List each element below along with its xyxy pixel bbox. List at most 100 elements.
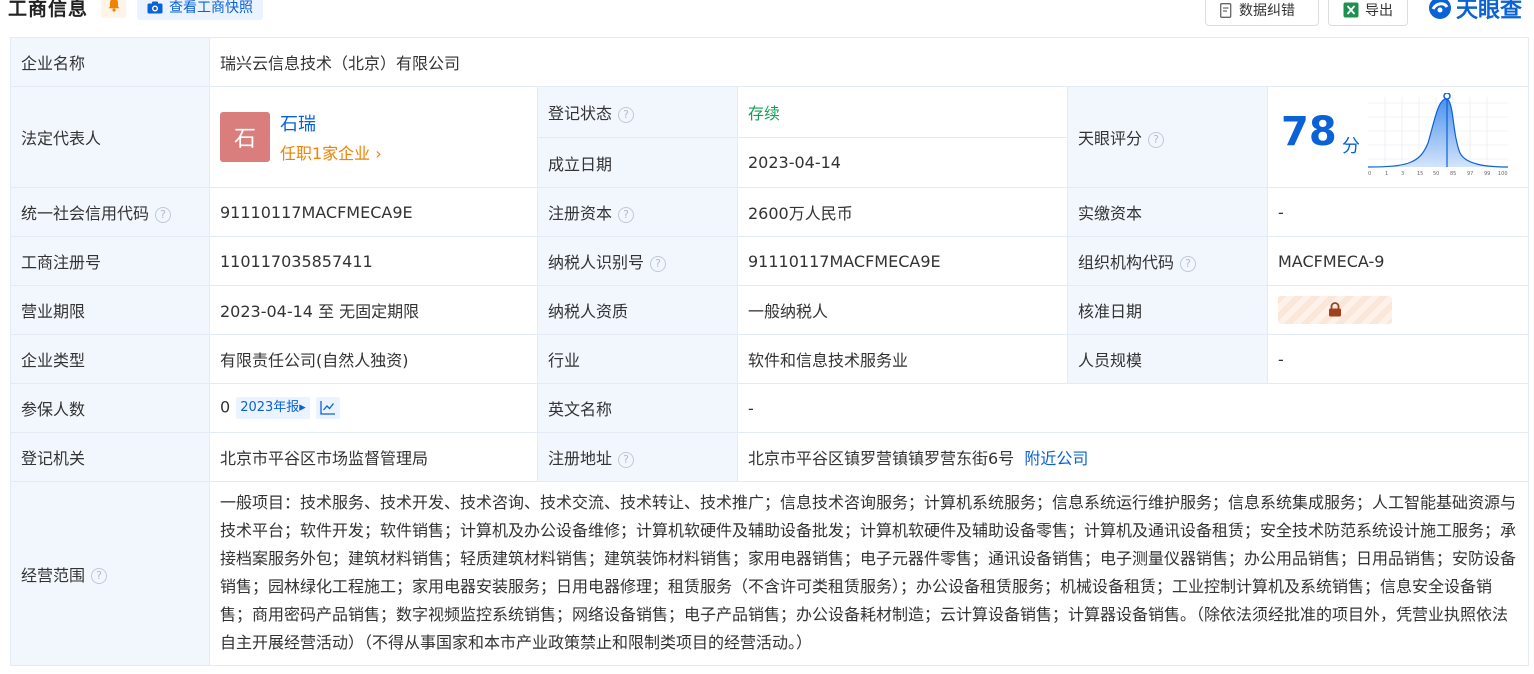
company-type-value: 有限责任公司(自然人独资) bbox=[209, 334, 538, 384]
biz-reg-no-label: 工商注册号 bbox=[10, 236, 210, 286]
taxpayer-qual-label: 纳税人资质 bbox=[537, 285, 738, 335]
biz-scope-label: 经营范围 bbox=[21, 565, 86, 585]
insured-label: 参保人数 bbox=[10, 383, 210, 433]
biz-term-label: 营业期限 bbox=[10, 285, 210, 335]
insured-value: 0 bbox=[220, 397, 231, 417]
staff-size-value: - bbox=[1267, 334, 1529, 384]
score-cell[interactable]: 78 分 0 1 3 15 50 85 97 99 100 bbox=[1267, 86, 1529, 188]
score-distribution-chart: 0 1 3 15 50 85 97 99 100 bbox=[1368, 93, 1508, 177]
reg-capital-label-cell: 注册资本? bbox=[537, 187, 738, 237]
help-icon[interactable]: ? bbox=[618, 206, 635, 223]
data-correction-label: 数据纠错 bbox=[1239, 3, 1295, 19]
biz-scope-value: 一般项目：技术服务、技术开发、技术咨询、技术交流、技术转让、技术推广；信息技术咨… bbox=[209, 481, 1529, 666]
document-edit-icon bbox=[1220, 2, 1232, 18]
reg-capital-value: 2600万人民币 bbox=[737, 187, 1068, 237]
score-unit: 分 bbox=[1342, 136, 1360, 157]
found-date-label: 成立日期 bbox=[537, 137, 738, 188]
reg-address-value: 北京市平谷区镇罗营镇镇罗营东街6号 bbox=[748, 449, 1015, 468]
trend-chart-button[interactable] bbox=[315, 397, 340, 419]
axis-tick: 100 bbox=[1498, 171, 1508, 177]
reg-address-label-cell: 注册地址? bbox=[537, 432, 738, 482]
taxpayer-id-label: 纳税人识别号 bbox=[548, 253, 645, 272]
row-credit-code: 统一社会信用代码? 91110117MACFMECA9E 注册资本? 2600万… bbox=[10, 187, 1529, 237]
taxpayer-id-label-cell: 纳税人识别号? bbox=[537, 236, 738, 286]
taxpayer-qual-value: 一般纳税人 bbox=[737, 285, 1068, 335]
company-name-label: 企业名称 bbox=[10, 37, 210, 87]
taxpayer-id-value: 91110117MACFMECA9E bbox=[737, 236, 1068, 286]
reg-authority-label: 登记机关 bbox=[10, 432, 210, 482]
reg-capital-label: 注册资本 bbox=[548, 204, 613, 223]
row-reg-authority: 登记机关 北京市平谷区市场监督管理局 注册地址? 北京市平谷区镇罗营镇镇罗营东街… bbox=[10, 432, 1529, 482]
axis-tick: 85 bbox=[1450, 171, 1456, 177]
axis-tick: 97 bbox=[1467, 171, 1473, 177]
help-icon[interactable]: ? bbox=[650, 255, 667, 272]
staff-size-label: 人员规模 bbox=[1067, 334, 1268, 384]
approve-date-label: 核准日期 bbox=[1067, 285, 1268, 335]
reg-status-label-cell: 登记状态? bbox=[537, 86, 738, 138]
industry-label: 行业 bbox=[537, 334, 738, 384]
legal-rep-companies-link[interactable]: 任职1家企业 › bbox=[280, 140, 382, 164]
annual-report-tag[interactable]: 2023年报▸ bbox=[236, 397, 310, 419]
reg-address-label: 注册地址 bbox=[548, 449, 613, 468]
credit-code-value: 91110117MACFMECA9E bbox=[209, 187, 538, 237]
axis-tick: 15 bbox=[1417, 171, 1423, 177]
export-button[interactable]: 导出 bbox=[1328, 0, 1408, 26]
locked-value-badge[interactable] bbox=[1278, 296, 1392, 324]
view-snapshot-button[interactable]: 查看工商快照 bbox=[137, 0, 263, 20]
biz-term-value: 2023-04-14 至 无固定期限 bbox=[209, 285, 538, 335]
row-biz-scope: 经营范围? 一般项目：技术服务、技术开发、技术咨询、技术交流、技术转让、技术推广… bbox=[10, 481, 1529, 666]
score-label: 天眼评分 bbox=[1078, 129, 1143, 148]
avatar: 石 bbox=[220, 112, 270, 162]
insured-cell: 0 2023年报▸ bbox=[209, 383, 538, 433]
found-date-value: 2023-04-14 bbox=[737, 137, 1068, 188]
row-biz-term: 营业期限 2023-04-14 至 无固定期限 纳税人资质 一般纳税人 核准日期 bbox=[10, 285, 1529, 335]
org-code-label: 组织机构代码 bbox=[1078, 253, 1175, 272]
row-company-type: 企业类型 有限责任公司(自然人独资) 行业 软件和信息技术服务业 人员规模 - bbox=[10, 334, 1529, 384]
axis-tick: 1 bbox=[1385, 171, 1388, 177]
company-name-value: 瑞兴云信息技术（北京）有限公司 bbox=[209, 37, 1529, 87]
credit-code-label: 统一社会信用代码 bbox=[21, 204, 150, 223]
logo-swirl-icon bbox=[1429, 0, 1451, 19]
nearby-companies-link[interactable]: 附近公司 bbox=[1024, 449, 1088, 468]
score-axis-ticks: 0 1 3 15 50 85 97 99 100 bbox=[1368, 171, 1508, 177]
legal-rep-label: 法定代表人 bbox=[10, 86, 210, 188]
biz-reg-no-value: 110117035857411 bbox=[209, 236, 538, 286]
help-icon[interactable]: ? bbox=[1148, 131, 1165, 148]
paid-capital-value: - bbox=[1267, 187, 1529, 237]
data-correction-button[interactable]: 数据纠错 bbox=[1205, 0, 1319, 26]
reg-status-label: 登记状态 bbox=[548, 104, 613, 123]
biz-scope-label-cell: 经营范围? bbox=[10, 481, 210, 666]
legal-rep-cell: 石 石瑞 任职1家企业 › bbox=[209, 86, 538, 188]
org-code-label-cell: 组织机构代码? bbox=[1067, 236, 1268, 286]
legal-rep-name-link[interactable]: 石瑞 bbox=[280, 110, 382, 136]
tianyancha-logo: 天眼查 bbox=[1428, 0, 1522, 24]
help-icon[interactable]: ? bbox=[1180, 255, 1197, 272]
company-type-label: 企业类型 bbox=[10, 334, 210, 384]
axis-tick: 3 bbox=[1401, 171, 1404, 177]
row-legal-rep-1: 法定代表人 石 石瑞 任职1家企业 › 登记状态? 存续 天眼评分? 78 分 bbox=[10, 86, 1529, 188]
help-icon[interactable]: ? bbox=[91, 568, 108, 584]
row-biz-reg-no: 工商注册号 110117035857411 纳税人识别号? 91110117MA… bbox=[10, 236, 1529, 286]
axis-tick: 0 bbox=[1368, 171, 1371, 177]
follow-bell-button[interactable] bbox=[101, 0, 126, 18]
axis-tick: 50 bbox=[1433, 171, 1439, 177]
lock-icon bbox=[1329, 302, 1341, 317]
org-code-value: MACFMECA-9 bbox=[1267, 236, 1529, 286]
logo-text: 天眼查 bbox=[1456, 0, 1523, 23]
bell-icon bbox=[108, 0, 120, 12]
row-insured: 参保人数 0 2023年报▸ 英文名称 - bbox=[10, 383, 1529, 433]
paid-capital-label: 实缴资本 bbox=[1067, 187, 1268, 237]
help-icon[interactable]: ? bbox=[618, 106, 635, 123]
help-icon[interactable]: ? bbox=[155, 206, 172, 223]
excel-icon bbox=[1343, 2, 1359, 18]
export-label: 导出 bbox=[1365, 3, 1393, 19]
axis-tick: 99 bbox=[1484, 171, 1490, 177]
help-icon[interactable]: ? bbox=[618, 451, 635, 468]
english-name-label: 英文名称 bbox=[537, 383, 738, 433]
reg-authority-value: 北京市平谷区市场监督管理局 bbox=[209, 432, 538, 482]
credit-code-label-cell: 统一社会信用代码? bbox=[10, 187, 210, 237]
row-company-name: 企业名称 瑞兴云信息技术（北京）有限公司 bbox=[10, 37, 1529, 87]
score-value: 78 bbox=[1281, 109, 1337, 155]
approve-date-cell bbox=[1267, 285, 1529, 335]
industry-value: 软件和信息技术服务业 bbox=[737, 334, 1068, 384]
